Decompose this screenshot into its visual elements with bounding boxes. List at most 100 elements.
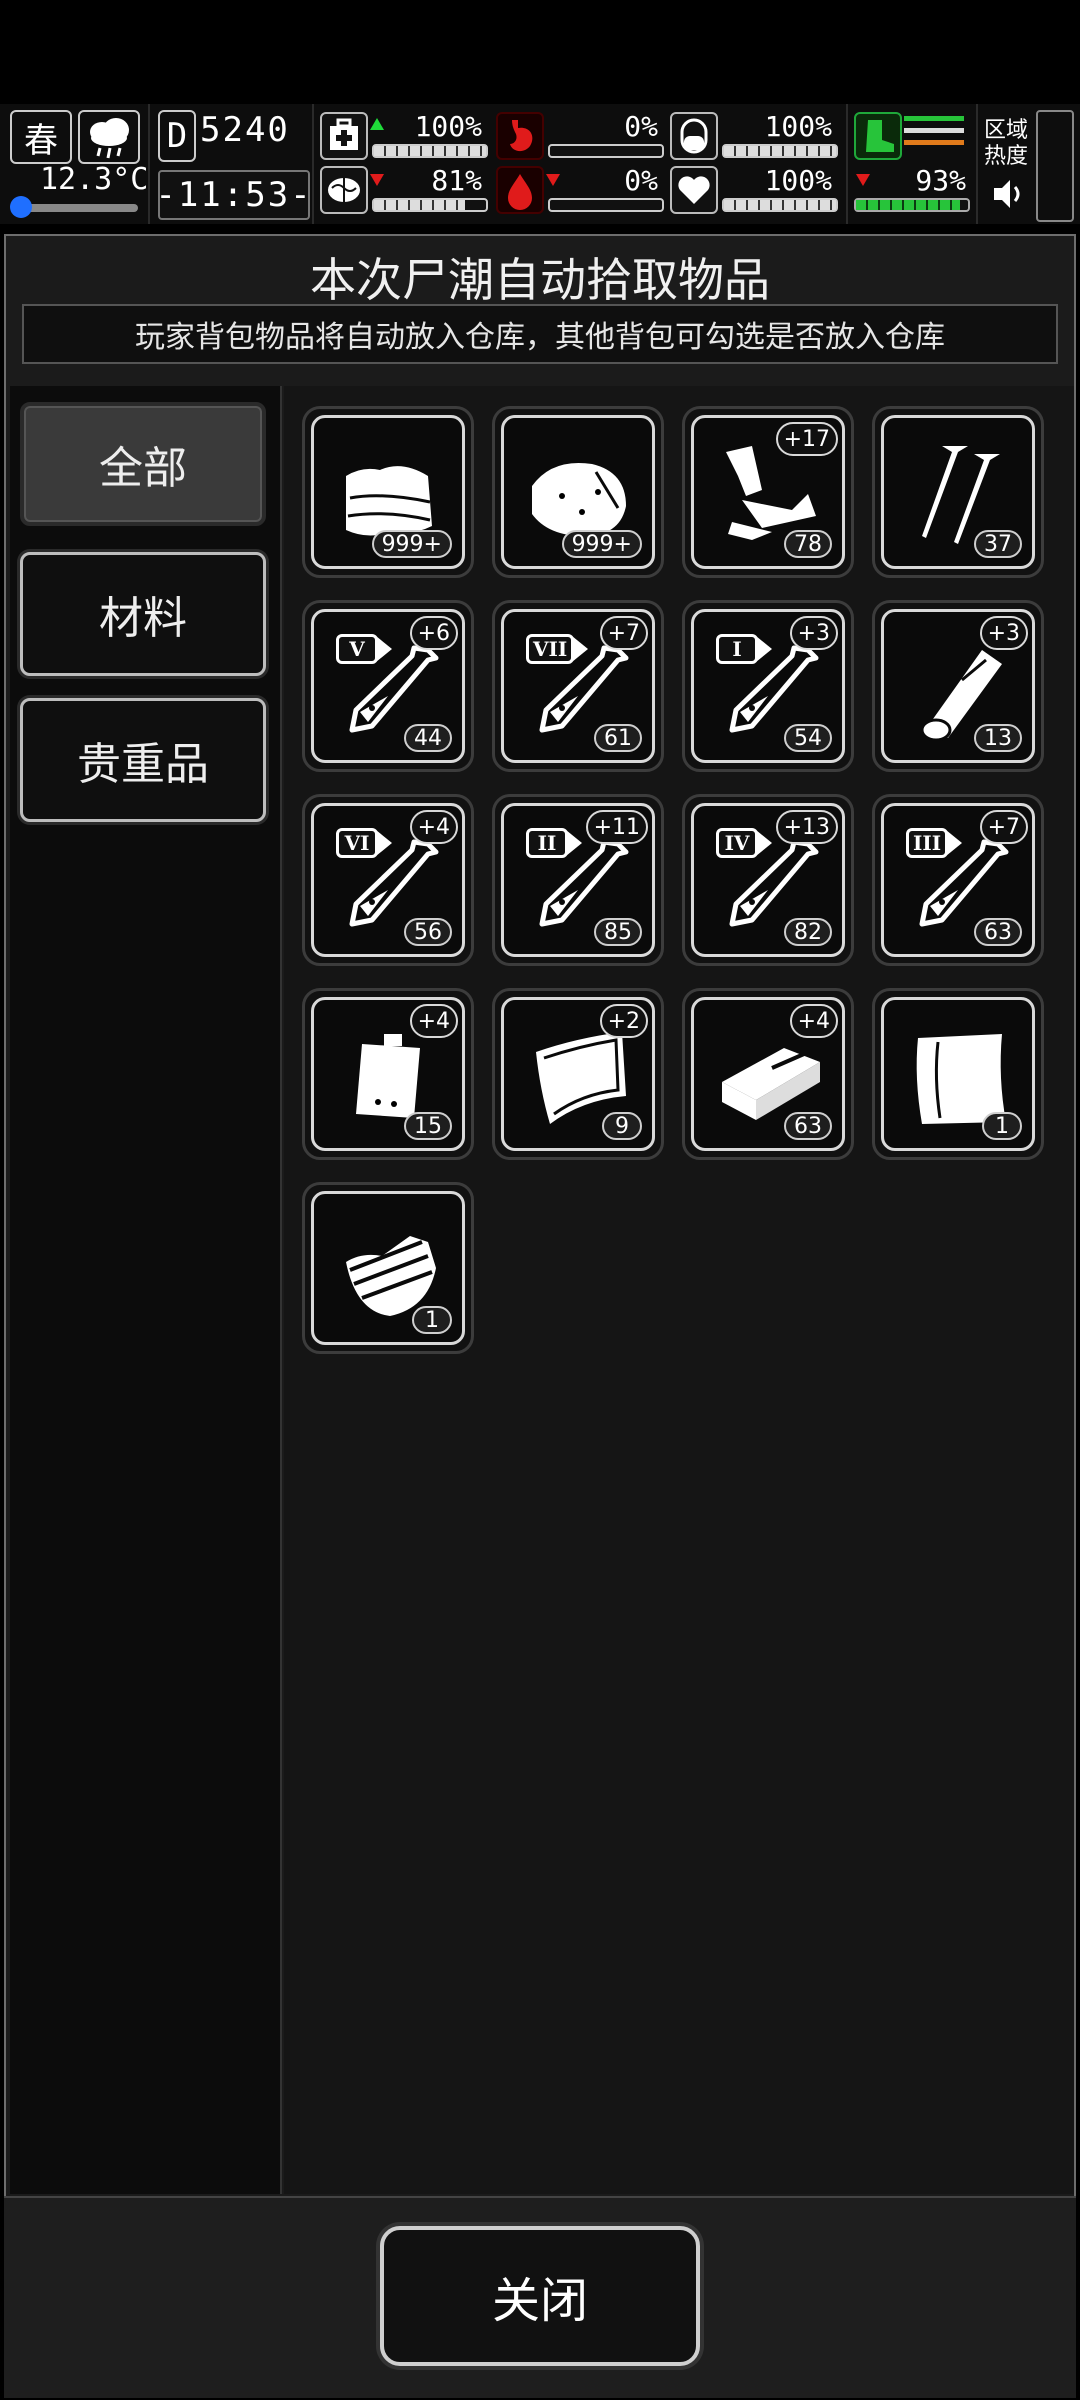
blood-drop-icon [496, 166, 544, 214]
item-frame: +17 78 [691, 415, 845, 569]
close-button[interactable]: 关闭 [380, 2226, 700, 2366]
bonus-bubble: +7 [599, 616, 648, 650]
tab-materials-label: 材料 [99, 593, 187, 644]
heart-icon [670, 166, 718, 214]
area-heat-meter [1036, 110, 1074, 222]
item-count: 56 [404, 918, 452, 946]
item-slot[interactable]: IV +13 82 [682, 794, 854, 966]
tier-arrow-icon [566, 830, 582, 856]
item-frame: 37 [881, 415, 1035, 569]
item-count: 37 [974, 530, 1022, 558]
item-frame: +3 13 [881, 609, 1035, 763]
speaker-icon[interactable] [990, 176, 1026, 216]
hunger-value: 0% [624, 110, 658, 143]
first-aid-icon [320, 112, 368, 160]
item-slot[interactable]: III +7 63 [872, 794, 1044, 966]
item-frame: I +3 54 [691, 609, 845, 763]
item-count: 63 [784, 1112, 832, 1140]
tier-badge: IV [716, 828, 758, 858]
tier-badge: III [906, 828, 949, 858]
dialog-notice: 玩家背包物品将自动放入仓库，其他背包可勾选是否放入仓库 [22, 304, 1058, 364]
stamina-line-1 [904, 116, 964, 121]
item-slot[interactable]: 1 [302, 1182, 474, 1354]
item-count: 54 [784, 724, 832, 752]
bonus-bubble: +11 [585, 810, 648, 844]
clock: -11:53- [155, 170, 311, 220]
bonus-bubble: +6 [409, 616, 458, 650]
item-count: 44 [404, 724, 452, 752]
brain-icon [320, 166, 368, 214]
bonus-bubble: +4 [789, 1004, 838, 1038]
health-bar-fill [374, 146, 486, 156]
item-count: 15 [404, 1112, 452, 1140]
item-frame: VI +4 56 [311, 803, 465, 957]
item-slot[interactable]: 1 [872, 988, 1044, 1160]
item-count: 63 [974, 918, 1022, 946]
hunger-bar [548, 144, 664, 158]
bonus-bubble: +7 [979, 810, 1028, 844]
item-slot[interactable]: V +6 44 [302, 600, 474, 772]
bonus-bubble: +13 [775, 810, 838, 844]
tier-badge: I [716, 634, 758, 664]
category-sidebar: 全部 材料 贵重品 [10, 386, 282, 2194]
tab-valuables[interactable]: 贵重品 [20, 698, 266, 822]
item-frame: IV +13 82 [691, 803, 845, 957]
item-slot[interactable]: 999+ [492, 406, 664, 578]
item-slot[interactable]: +4 15 [302, 988, 474, 1160]
item-slot[interactable]: +17 78 [682, 406, 854, 578]
item-slot[interactable]: 999+ [302, 406, 474, 578]
stamina-line-3 [904, 140, 964, 145]
area-heat-label: 区域热度 [984, 118, 1029, 169]
item-count: 9 [602, 1112, 642, 1140]
infection-bar-fill [724, 146, 836, 156]
tier-arrow-icon [946, 830, 962, 856]
item-slot[interactable]: 37 [872, 406, 1044, 578]
item-frame: V +6 44 [311, 609, 465, 763]
item-slot[interactable]: +2 9 [492, 988, 664, 1160]
season-label: 春 [24, 120, 58, 161]
stomach-icon [496, 112, 544, 160]
health-bar [372, 144, 488, 158]
item-count: 999+ [561, 530, 642, 558]
tab-all-label: 全部 [99, 443, 187, 494]
bonus-bubble: +4 [409, 1004, 458, 1038]
item-count: 1 [982, 1112, 1022, 1140]
tier-arrow-icon [376, 636, 392, 662]
day-letter: D [158, 110, 196, 162]
item-count: 13 [974, 724, 1022, 752]
item-slot[interactable]: VI +4 56 [302, 794, 474, 966]
bonus-bubble: +17 [775, 422, 838, 456]
item-slot[interactable]: II +11 85 [492, 794, 664, 966]
temperature-readout: 12.3°C [40, 162, 149, 197]
item-count: 1 [412, 1306, 452, 1334]
tab-materials[interactable]: 材料 [20, 552, 266, 676]
temperature-indicator [10, 196, 32, 218]
tab-all[interactable]: 全部 [20, 402, 266, 526]
item-slot[interactable]: +3 13 [872, 600, 1044, 772]
close-button-label: 关闭 [491, 2273, 588, 2329]
mood-value: 100% [764, 164, 832, 197]
day-counter: 5240 [200, 110, 290, 150]
item-slot[interactable]: +4 63 [682, 988, 854, 1160]
item-count: 999+ [371, 530, 452, 558]
item-slot[interactable]: I +3 54 [682, 600, 854, 772]
sanity-value: 81% [431, 164, 482, 197]
mood-bar-fill [724, 200, 836, 210]
item-frame: II +11 85 [501, 803, 655, 957]
bonus-bubble: +2 [599, 1004, 648, 1038]
sanity-bar [372, 198, 488, 212]
item-frame: 1 [311, 1191, 465, 1345]
boot-icon [854, 112, 902, 160]
tier-badge: VII [526, 634, 575, 664]
item-frame: VII +7 61 [501, 609, 655, 763]
weather-icon [78, 110, 140, 164]
mood-bar [722, 198, 838, 212]
tier-arrow-icon [756, 636, 772, 662]
bonus-bubble: +4 [409, 810, 458, 844]
season-badge: 春 [10, 110, 72, 164]
item-count: 82 [784, 918, 832, 946]
stamina-line-2 [904, 128, 964, 133]
thirst-value: 0% [624, 164, 658, 197]
infection-value: 100% [764, 110, 832, 143]
item-slot[interactable]: VII +7 61 [492, 600, 664, 772]
